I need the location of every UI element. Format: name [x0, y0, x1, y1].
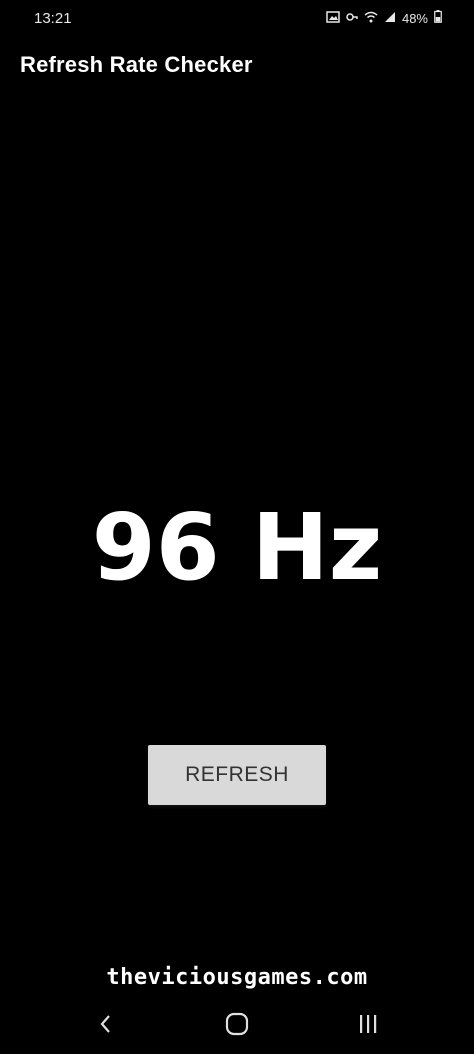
- gallery-icon: [326, 10, 340, 26]
- battery-icon: [434, 10, 442, 26]
- back-button[interactable]: [76, 1002, 136, 1046]
- wifi-icon: [364, 11, 378, 26]
- signal-icon: [384, 11, 396, 26]
- app-screen: 13:21 48% Refresh Rate Checker 96 Hz REF…: [0, 0, 474, 1054]
- status-icons: 48%: [326, 10, 442, 26]
- battery-percent: 48%: [401, 10, 428, 26]
- recents-icon: [360, 1015, 377, 1033]
- status-bar: 13:21 48%: [0, 0, 474, 36]
- back-icon: [100, 1015, 110, 1033]
- refresh-rate-value: 96 Hz: [91, 494, 383, 601]
- navigation-bar: [0, 1000, 474, 1048]
- status-time: 13:21: [34, 9, 72, 27]
- watermark-text: theviciousgames.com: [106, 965, 368, 990]
- home-icon: [225, 1012, 249, 1036]
- recents-button[interactable]: [338, 1002, 398, 1046]
- vpn-key-icon: [346, 11, 358, 26]
- refresh-button[interactable]: REFRESH: [148, 745, 326, 805]
- home-button[interactable]: [207, 1002, 267, 1046]
- app-title: Refresh Rate Checker: [20, 52, 253, 77]
